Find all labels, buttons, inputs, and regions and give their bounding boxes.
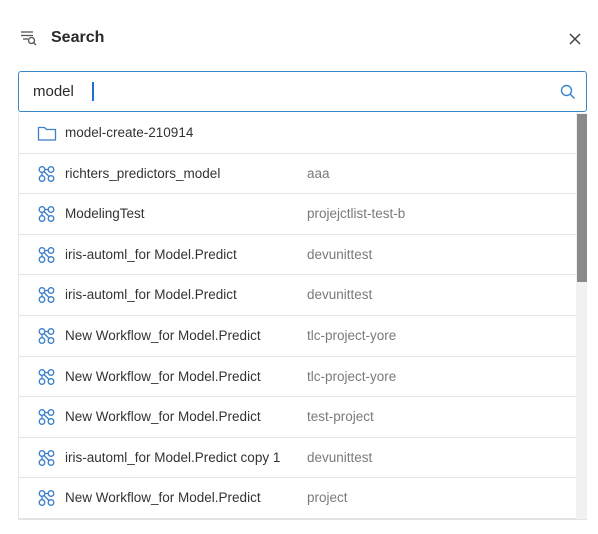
workflow-icon: [37, 489, 57, 507]
workflow-icon: [37, 327, 57, 345]
result-project: devunittest: [307, 287, 373, 303]
result-project: tlc-project-yore: [307, 368, 397, 384]
result-name: New Workflow_for Model.Predict: [65, 409, 261, 425]
result-row[interactable]: New Workflow_for Model.Predict test-proje…: [19, 397, 576, 438]
result-row[interactable]: New Workflow_for Model.Predict tlc-projec…: [19, 315, 576, 357]
result-name: iris-automl_for Model.Predict: [65, 246, 237, 262]
result-project: devunittest: [307, 246, 373, 262]
workflow-icon: [37, 205, 57, 223]
workflow-icon: [37, 286, 57, 304]
result-project: project: [307, 490, 348, 506]
result-name: iris-automl_for Model.Predict copy 1: [65, 449, 281, 465]
search-results-list[interactable]: model-create-210914 richters_predictors_m…: [18, 113, 587, 520]
scrollbar-thumb[interactable]: [577, 114, 587, 282]
result-name: New Workflow_for Model.Predict: [65, 327, 261, 343]
result-name: model-create-210914: [65, 125, 194, 140]
result-name: iris-automl_for Model.Predict: [65, 287, 237, 303]
result-row[interactable]: ModelingTest projejctlist-test-b: [19, 194, 576, 235]
result-project: aaa: [307, 165, 330, 181]
search-filter-icon: [20, 29, 38, 47]
folder-icon: [37, 124, 57, 142]
workflow-icon: [37, 246, 57, 264]
result-project: tlc-project-yore: [307, 327, 397, 343]
result-row[interactable]: model-create-210914: [19, 113, 576, 154]
text-cursor: [92, 82, 94, 101]
workflow-icon: [37, 368, 57, 386]
result-project: test-project: [307, 409, 374, 425]
workflow-icon: [37, 449, 57, 467]
result-name: richters_predictors_model: [65, 165, 221, 181]
result-project: devunittest: [307, 449, 373, 465]
workflow-icon: [37, 408, 57, 426]
workflow-icon: [37, 165, 57, 183]
result-row[interactable]: richters_predictors_model aaa: [19, 153, 576, 195]
search-header: Search: [0, 0, 598, 72]
result-project: projejctlist-test-b: [307, 206, 406, 222]
result-row[interactable]: New Workflow_for Model.Predict project: [19, 478, 576, 519]
panel-title: Search: [51, 29, 105, 46]
result-name: New Workflow_for Model.Predict: [65, 368, 261, 384]
close-icon[interactable]: [566, 30, 584, 48]
result-row[interactable]: iris-automl_for Model.Predict devunittest: [19, 275, 576, 316]
search-input[interactable]: [33, 72, 553, 111]
result-name: New Workflow_for Model.Predict: [65, 490, 261, 506]
search-panel: Search model-create-210914 richters_predi…: [0, 0, 598, 534]
result-row[interactable]: iris-automl_for Model.Predict copy 1 devu…: [19, 437, 576, 479]
search-icon[interactable]: [559, 83, 577, 101]
search-field[interactable]: [18, 71, 587, 112]
result-name: ModelingTest: [65, 206, 145, 222]
result-row[interactable]: New Workflow_for Model.Predict tlc-projec…: [19, 356, 576, 398]
results-scrollbar[interactable]: [576, 113, 587, 519]
result-row[interactable]: iris-automl_for Model.Predict devunittest: [19, 234, 576, 276]
